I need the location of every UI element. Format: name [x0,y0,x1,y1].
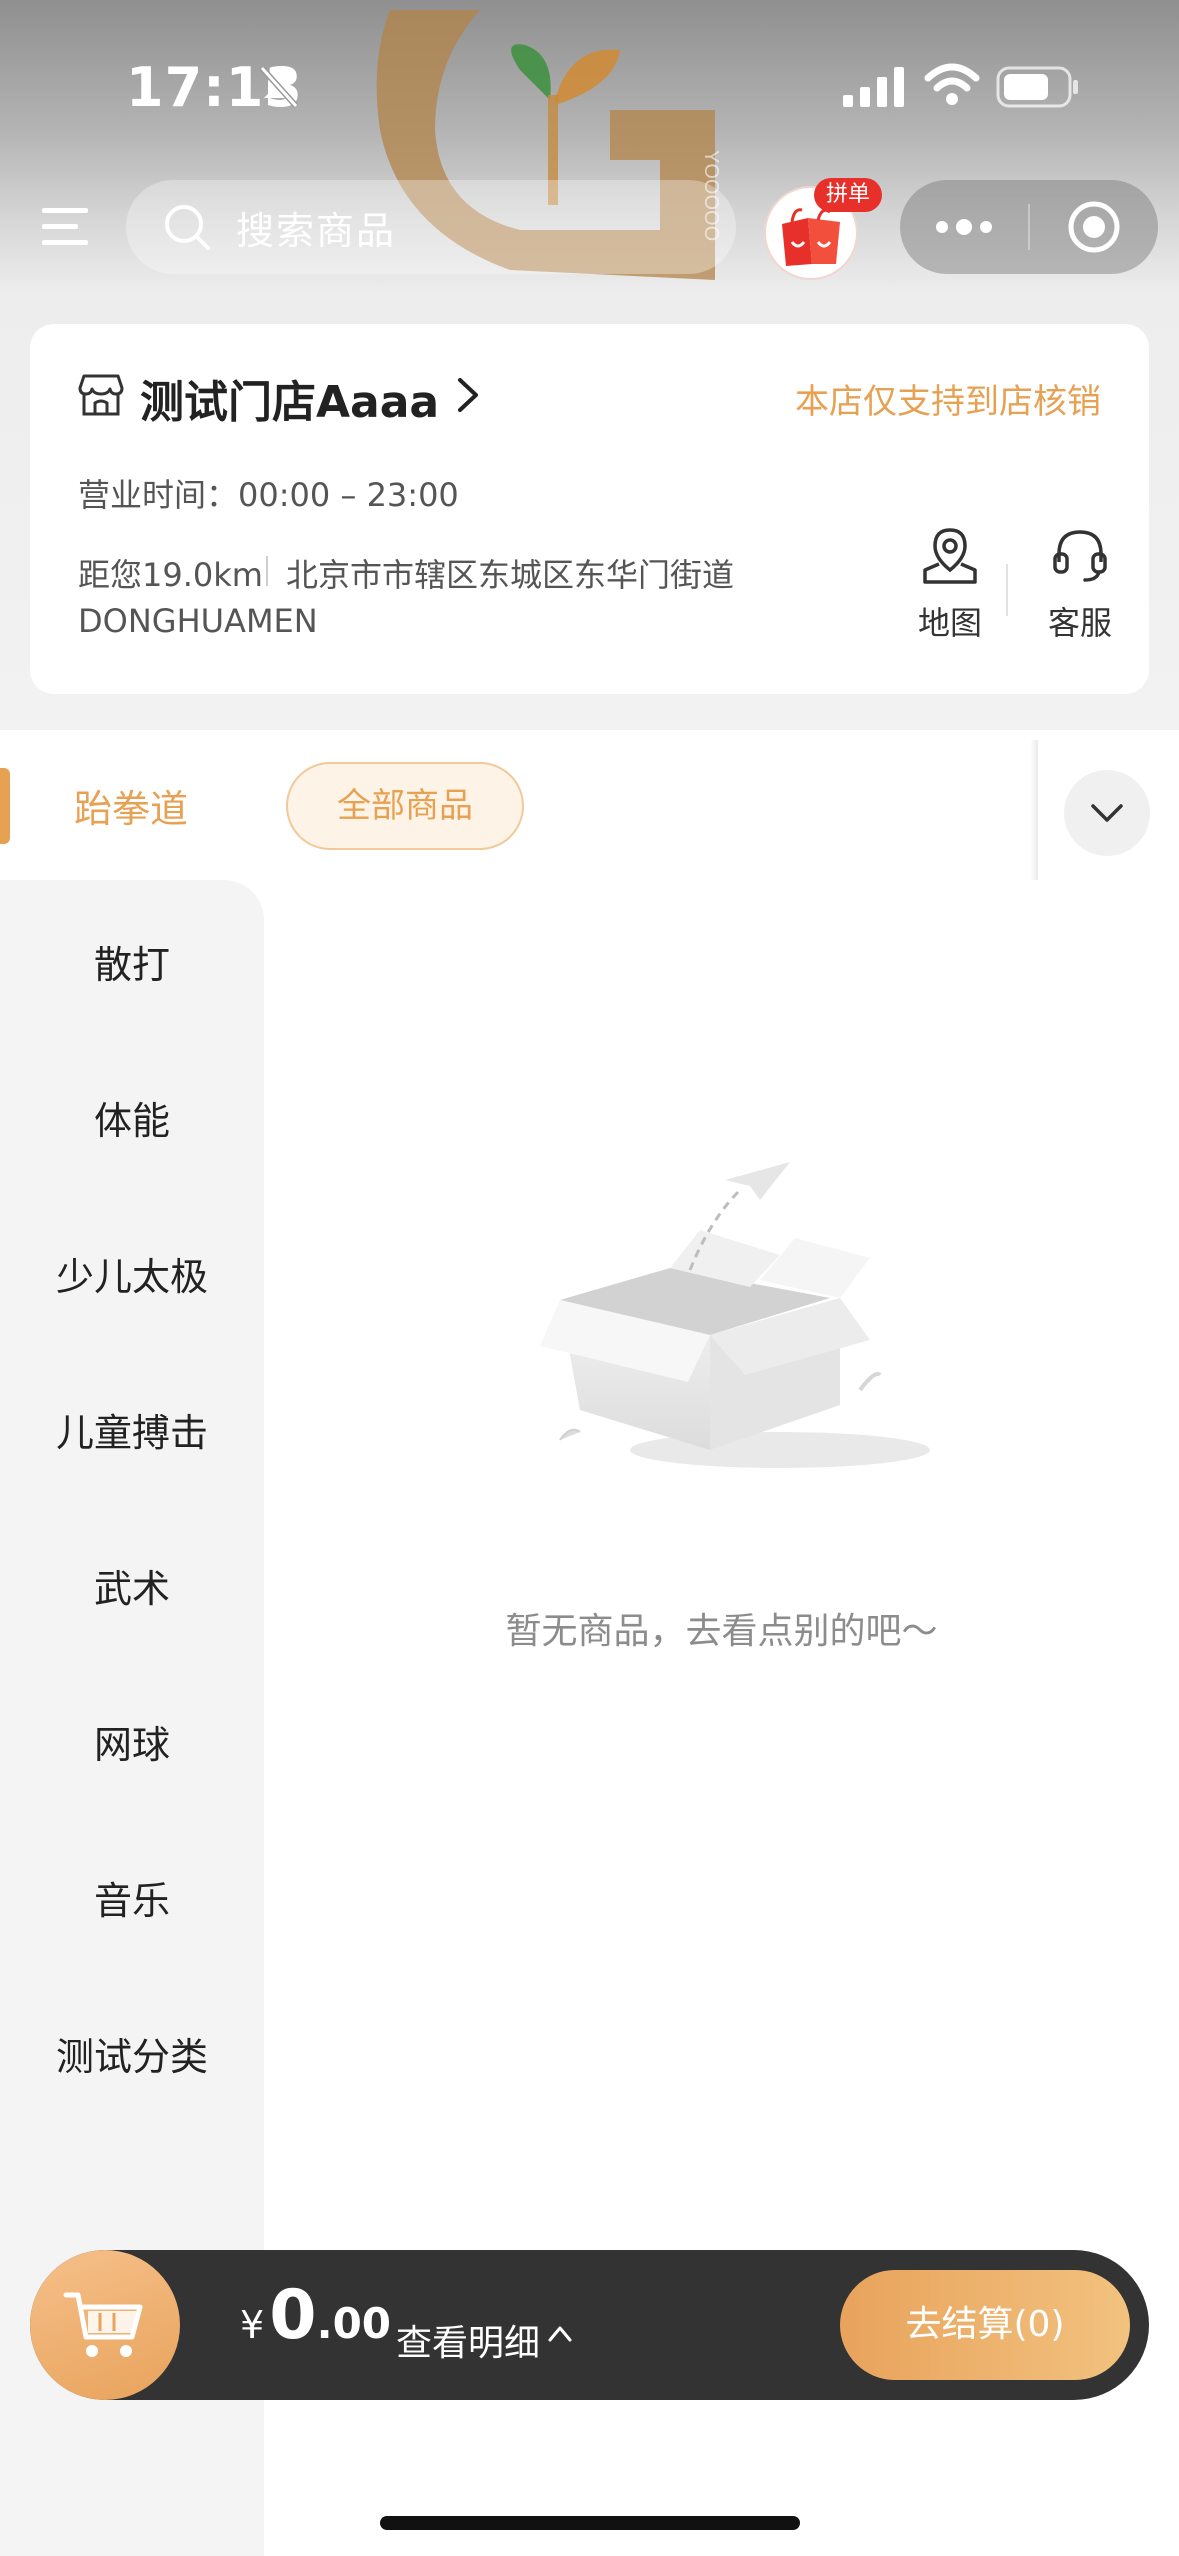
sidebar-item[interactable]: 网球 [0,1714,264,1769]
filter-chip-all-products[interactable]: 全部商品 [286,762,524,850]
sidebar-item[interactable]: 武术 [0,1558,264,1613]
category-tab-active[interactable]: 跆拳道 [0,778,262,833]
store-redemption-notice: 本店仅支持到店核销 [795,382,1101,422]
sidebar-item[interactable]: 音乐 [0,1870,264,1925]
battery-icon [996,66,1078,108]
map-button[interactable]: 地图 [900,524,1000,654]
map-pin-icon [923,528,977,584]
chevron-up-icon[interactable] [546,2322,574,2344]
search-input[interactable]: 搜索商品 [126,180,736,274]
group-buy-button[interactable]: 拼单 [764,178,883,282]
close-miniprogram-button[interactable] [1030,180,1158,274]
group-buy-badge: 拼单 [814,178,883,212]
price-decimal: .00 [316,2299,392,2348]
home-indicator [380,2516,800,2530]
distance-separator [266,556,268,586]
more-dots-icon [936,219,992,235]
cellular-signal-icon [843,67,904,107]
sidebar-item[interactable]: 少儿太极 [0,1246,264,1301]
customer-service-label: 客服 [1047,604,1112,642]
checkout-button[interactable]: 去结算(0) [840,2270,1130,2380]
empty-state-message: 暂无商品，去看点别的吧～ [505,1611,938,1652]
store-address-line2: DONGHUAMEN [78,602,318,640]
more-options-button[interactable] [900,180,1028,274]
chevron-down-icon [1091,804,1123,822]
sidebar-item[interactable]: 散打 [0,934,264,989]
headset-icon [1053,530,1107,582]
store-card: 测试门店Aaaa 本店仅支持到店核销 营业时间：00:00 – 23:00 距您… [30,324,1149,694]
chevron-right-icon[interactable] [450,376,484,414]
category-row: 跆拳道 全部商品 [0,730,1179,880]
scroll-fade [1030,740,1038,880]
target-close-icon [1068,201,1120,253]
shopping-cart-icon [63,2292,143,2357]
sidebar-item[interactable]: 体能 [0,1090,264,1145]
expand-categories-button[interactable] [1064,770,1150,856]
store-name[interactable]: 测试门店Aaaa [140,366,439,430]
price-integer: 0 [269,2276,317,2355]
bell-muted-icon [259,65,299,109]
customer-service-button[interactable]: 客服 [1030,524,1130,654]
sidebar-item[interactable]: 儿童搏击 [0,1402,264,1457]
search-placeholder: 搜索商品 [236,208,397,253]
menu-icon[interactable] [42,206,92,248]
wifi-icon [924,63,980,105]
cart-total-price: ¥ 0.00 [240,2276,391,2355]
map-label: 地图 [917,604,982,642]
status-bar: 17:13 [0,0,1179,175]
view-details-button[interactable]: 查看明细 [396,2314,540,2366]
action-divider [1006,564,1008,616]
shopping-bag-icon [782,208,840,266]
store-address-line1: 北京市市辖区东城区东华门街道 [286,556,735,594]
store-hours: 营业时间：00:00 – 23:00 [78,476,459,514]
store-icon [78,374,124,416]
search-icon [165,205,210,250]
currency-symbol: ¥ [240,2303,265,2347]
empty-box-illustration [540,1162,930,1468]
cart-button[interactable] [30,2250,180,2400]
store-distance: 距您19.0km [78,556,263,594]
miniprogram-capsule [900,180,1158,274]
sidebar-item[interactable]: 测试分类 [0,2026,264,2081]
